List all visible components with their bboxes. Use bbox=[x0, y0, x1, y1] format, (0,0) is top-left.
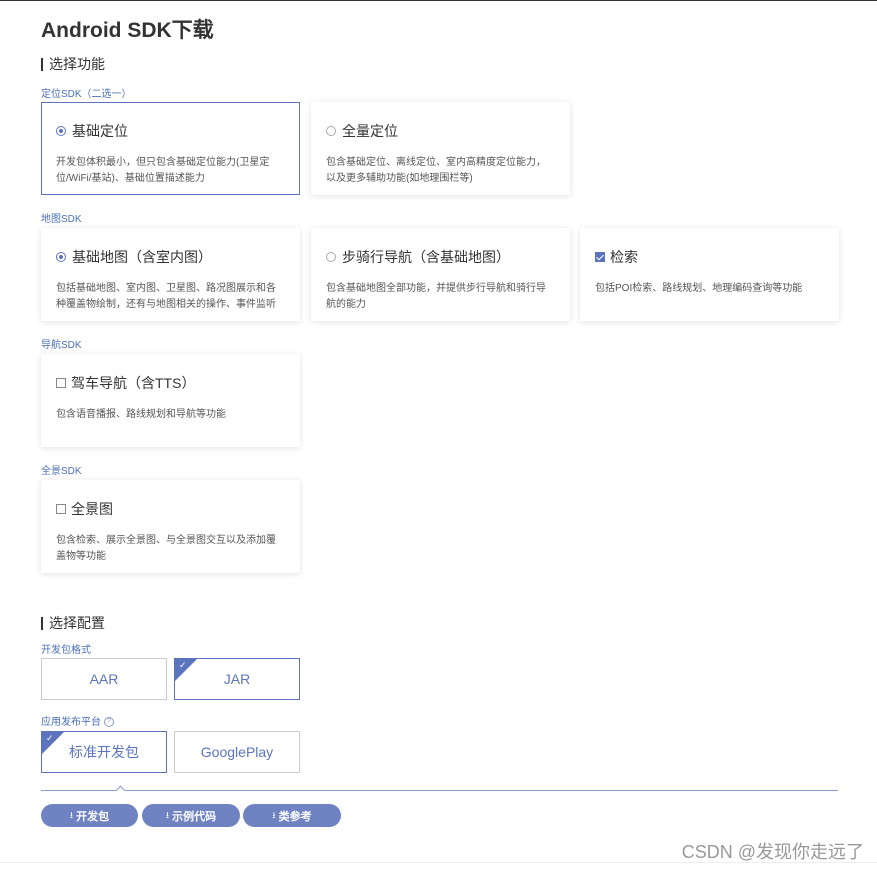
card-drive-nav[interactable]: 驾车导航（含TTS） 包含语音播报、路线规划和导航等功能 bbox=[41, 354, 300, 447]
card-title: 基础地图（含室内图） bbox=[72, 249, 212, 265]
option-label: JAR bbox=[223, 671, 251, 687]
platform-option-googleplay[interactable]: GooglePlay bbox=[174, 731, 300, 773]
card-title: 检索 bbox=[610, 249, 638, 265]
group-label-nav: 导航SDK bbox=[41, 340, 82, 351]
card-desc: 开发包体积最小，但只包含基础定位能力(卫星定位/WiFi/基站)、基础位置描述能… bbox=[56, 157, 270, 184]
option-label: GooglePlay bbox=[200, 744, 274, 760]
card-desc: 包含检索、展示全景图、与全景图交互以及添加覆盖物等功能 bbox=[56, 535, 276, 562]
card-title: 步骑行导航（含基础地图） bbox=[342, 249, 510, 265]
radio-icon[interactable] bbox=[56, 126, 66, 136]
radio-icon[interactable] bbox=[56, 252, 66, 262]
card-basic-map[interactable]: 基础地图（含室内图） 包括基础地图、室内图、卫星图、路况图展示和各种覆盖物绘制，… bbox=[41, 228, 300, 321]
card-basic-location[interactable]: 基础定位 开发包体积最小，但只包含基础定位能力(卫星定位/WiFi/基站)、基础… bbox=[41, 102, 300, 195]
button-label: 开发包 bbox=[76, 810, 110, 823]
section-title-config: 选择配置 bbox=[41, 613, 105, 633]
bottom-border bbox=[0, 862, 877, 863]
option-label: AAR bbox=[89, 671, 119, 687]
checkbox-icon[interactable] bbox=[56, 504, 66, 514]
divider-notch bbox=[115, 785, 126, 796]
card-panorama[interactable]: 全景图 包含检索、展示全景图、与全景图交互以及添加覆盖物等功能 bbox=[41, 480, 300, 573]
question-circle-icon[interactable]: ? bbox=[104, 717, 114, 728]
option-label: 标准开发包 bbox=[69, 744, 139, 760]
section-title-features: 选择功能 bbox=[41, 54, 105, 74]
group-label-location: 定位SDK（二选一） bbox=[41, 89, 132, 100]
divider bbox=[41, 790, 838, 791]
card-search[interactable]: 检索 包括POI检索、路线规划、地理编码查询等功能 bbox=[580, 228, 839, 321]
platform-option-standard[interactable]: ✓ 标准开发包 bbox=[41, 731, 167, 773]
check-icon: ✓ bbox=[179, 660, 187, 670]
button-label: 示例代码 bbox=[172, 810, 217, 823]
download-icon: ⭳ bbox=[69, 809, 74, 820]
top-border bbox=[0, 0, 877, 1]
check-icon: ✓ bbox=[46, 733, 54, 743]
button-label: 类参考 bbox=[278, 810, 312, 823]
card-title: 驾车导航（含TTS） bbox=[71, 375, 196, 391]
card-desc: 包含基础定位、离线定位、室内高精度定位能力，以及更多辅助功能(如地理围栏等) bbox=[326, 157, 546, 184]
page-title: Android SDK下载 bbox=[41, 19, 214, 42]
download-package-button[interactable]: ⭳ 开发包 bbox=[41, 804, 138, 827]
class-reference-button[interactable]: ⭳ 类参考 bbox=[243, 804, 341, 827]
card-title: 基础定位 bbox=[72, 123, 128, 139]
card-desc: 包括基础地图、室内图、卫星图、路况图展示和各种覆盖物绘制，还有与地图相关的操作、… bbox=[56, 283, 276, 310]
download-icon: ⭳ bbox=[165, 809, 170, 820]
card-title: 全量定位 bbox=[342, 123, 398, 139]
download-icon: ⭳ bbox=[272, 809, 276, 820]
format-option-aar[interactable]: AAR bbox=[41, 658, 167, 700]
group-label-map: 地图SDK bbox=[41, 214, 82, 225]
group-label-pano: 全景SDK bbox=[41, 466, 82, 477]
watermark: CSDN @发现你走远了 bbox=[681, 842, 864, 862]
radio-icon[interactable] bbox=[326, 126, 336, 136]
platform-label: 应用发布平台 bbox=[41, 717, 101, 728]
card-desc: 包括POI检索、路线规划、地理编码查询等功能 bbox=[595, 283, 803, 294]
card-full-location[interactable]: 全量定位 包含基础定位、离线定位、室内高精度定位能力，以及更多辅助功能(如地理围… bbox=[311, 102, 570, 195]
sample-code-button[interactable]: ⭳ 示例代码 bbox=[142, 804, 240, 827]
card-title: 全景图 bbox=[71, 501, 113, 517]
card-desc: 包含语音播报、路线规划和导航等功能 bbox=[56, 409, 226, 420]
format-option-jar[interactable]: ✓ JAR bbox=[174, 658, 300, 700]
section-title-text: 选择配置 bbox=[49, 615, 105, 631]
card-walk-ride-nav[interactable]: 步骑行导航（含基础地图） 包含基础地图全部功能，并提供步行导航和骑行导航的能力 bbox=[311, 228, 570, 321]
checkbox-icon[interactable] bbox=[595, 252, 605, 262]
section-bar bbox=[41, 616, 43, 630]
section-bar bbox=[41, 57, 43, 71]
checkbox-icon[interactable] bbox=[56, 378, 66, 388]
section-title-text: 选择功能 bbox=[49, 56, 105, 72]
platform-label-row: 应用发布平台? bbox=[41, 713, 114, 728]
card-desc: 包含基础地图全部功能，并提供步行导航和骑行导航的能力 bbox=[326, 283, 546, 310]
radio-icon[interactable] bbox=[326, 252, 336, 262]
format-label: 开发包格式 bbox=[41, 645, 91, 656]
